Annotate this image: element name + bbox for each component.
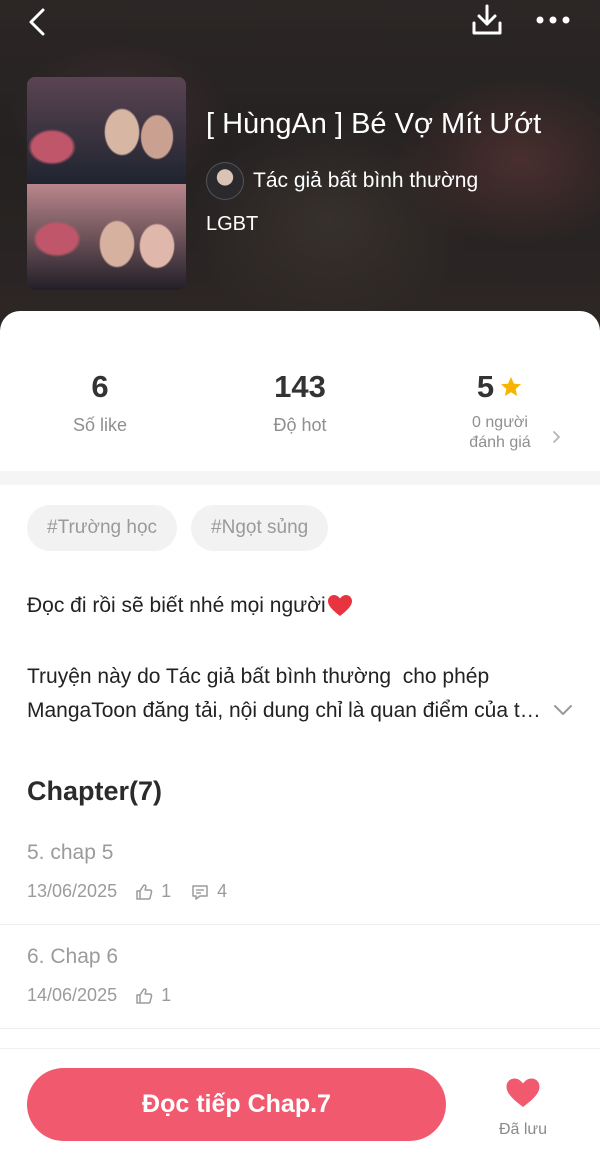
chapter-list-item[interactable]: 5. chap 5 13/06/2025 1 4	[0, 821, 600, 925]
likes-label: Số like	[72, 415, 128, 435]
chapter-name: 5. chap 5	[27, 841, 114, 864]
hot-count: 143	[274, 369, 326, 404]
section-divider	[0, 471, 600, 485]
chapter-like-count: 1	[161, 985, 172, 1005]
author-link[interactable]: Tác giả bất bình thường	[206, 162, 478, 200]
more-dots-icon	[536, 16, 570, 24]
comic-title: [ HùngAn ] Bé Vợ Mít Ướt	[206, 108, 542, 140]
chapter-heading: Chapter(7)	[27, 776, 163, 806]
cover-image	[27, 77, 186, 290]
rating-count-label-2: đánh giá	[469, 434, 531, 451]
heart-emoji-icon	[327, 595, 352, 616]
chapter-meta: 14/06/2025 1	[27, 985, 191, 1006]
cover-image-bottom	[27, 183, 186, 290]
thumbs-up-icon	[136, 987, 153, 1004]
continue-reading-button[interactable]: Đọc tiếp Chap.7	[27, 1068, 446, 1141]
description-text: Đọc đi rồi sẽ biết nhé mọi người	[27, 594, 326, 617]
hot-label: Độ hot	[273, 415, 327, 435]
description-line-2: Truyện này do Tác giả bất bình thường ch…	[27, 665, 490, 688]
chapter-name: 6. Chap 6	[27, 945, 119, 968]
likes-count: 6	[91, 369, 109, 404]
author-avatar	[206, 162, 244, 200]
stat-likes: 6 Số like	[0, 369, 200, 435]
star-icon	[501, 377, 522, 396]
stat-rating[interactable]: 5 0 người đánh giá	[400, 369, 600, 453]
chapter-meta: 13/06/2025 1 4	[27, 881, 247, 902]
download-icon	[472, 4, 502, 35]
chapter-date: 13/06/2025	[27, 881, 118, 901]
download-button[interactable]	[466, 0, 508, 40]
stats-row: 6 Số like 143 Độ hot 5 0 người đánh giá	[0, 311, 600, 471]
chapter-list-item[interactable]: 6. Chap 6 14/06/2025 1	[0, 925, 600, 1029]
rating-value: 5	[476, 369, 495, 404]
comment-icon	[192, 884, 208, 900]
cover-image-top	[27, 77, 186, 184]
rating-count-label: 0 người	[472, 414, 528, 431]
description-line-1: Đọc đi rồi sẽ biết nhé mọi người	[27, 594, 353, 618]
thumbs-up-icon	[136, 883, 153, 900]
chapter-like-count: 1	[161, 881, 172, 901]
back-button[interactable]	[18, 4, 58, 40]
tag-list: #Trường học #Ngọt sủng	[27, 505, 342, 551]
chapter-comment-count: 4	[217, 881, 228, 901]
genre-label[interactable]: LGBT	[206, 213, 258, 236]
stat-hot: 143 Độ hot	[200, 369, 400, 435]
more-button[interactable]	[530, 4, 576, 36]
back-arrow-icon	[29, 8, 45, 36]
description-line-3: MangaToon đăng tải, nội dung chỉ là quan…	[27, 699, 551, 722]
description-body[interactable]: Truyện này do Tác giả bất bình thường ch…	[27, 660, 552, 728]
author-name: Tác giả bất bình thường	[253, 169, 479, 192]
save-label: Đã lưu	[498, 1121, 548, 1138]
tag-chip[interactable]: #Trường học	[27, 505, 178, 551]
heart-icon	[506, 1078, 540, 1107]
chevron-right-icon[interactable]	[550, 427, 564, 447]
tag-chip[interactable]: #Ngọt sủng	[191, 505, 329, 551]
chevron-down-icon[interactable]	[553, 703, 573, 717]
save-button[interactable]: Đã lưu	[480, 1073, 566, 1139]
chapter-date: 14/06/2025	[27, 985, 118, 1005]
